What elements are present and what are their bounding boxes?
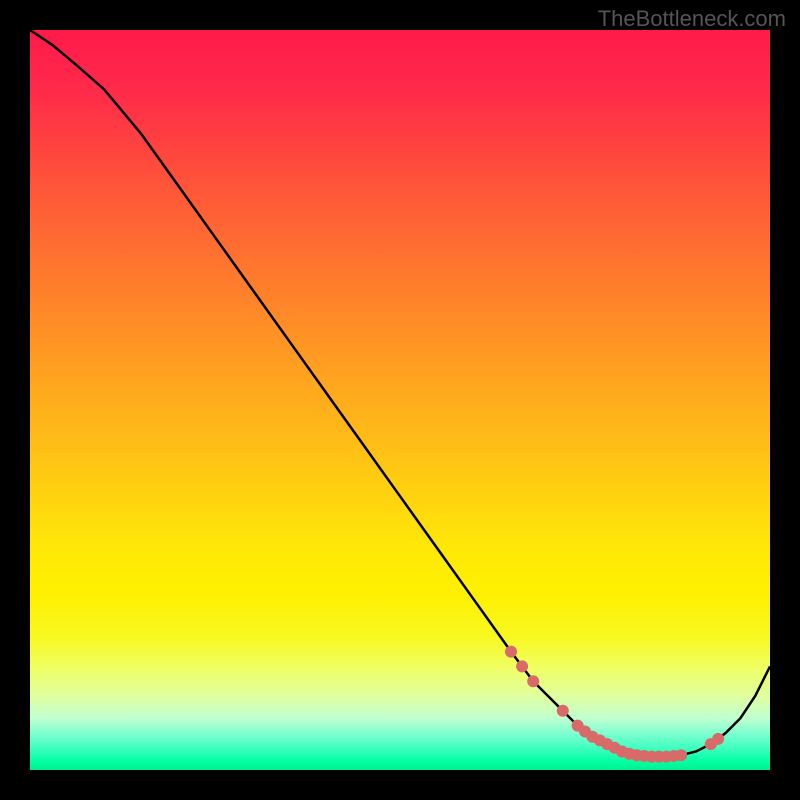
watermark-text: TheBottleneck.com — [598, 6, 786, 32]
curve-line — [30, 30, 770, 757]
data-marker — [505, 646, 517, 658]
chart-plot-area — [30, 30, 770, 770]
data-marker — [557, 705, 569, 717]
markers-group — [505, 646, 724, 763]
chart-svg — [30, 30, 770, 770]
data-marker — [527, 675, 539, 687]
data-marker — [516, 660, 528, 672]
data-marker — [712, 733, 724, 745]
data-marker — [675, 749, 687, 761]
